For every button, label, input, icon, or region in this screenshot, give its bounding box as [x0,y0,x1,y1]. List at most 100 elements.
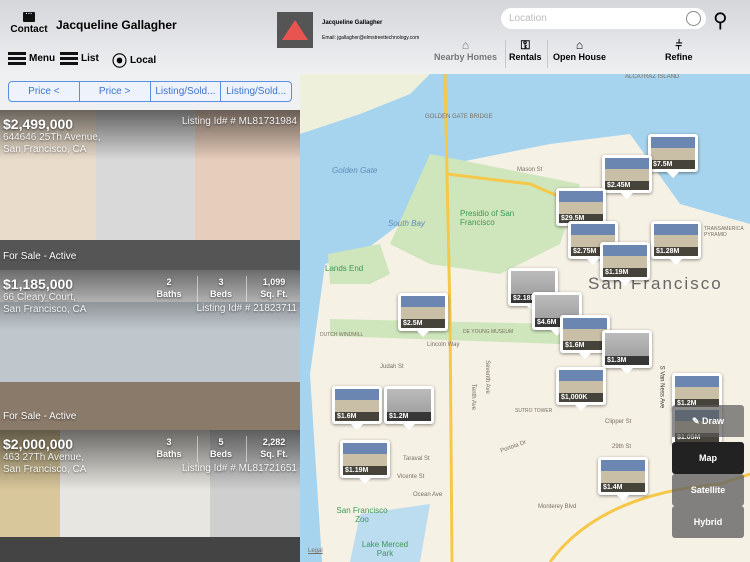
marker-price: $1.4M [601,483,645,492]
map-label: Lake Merced Park [361,540,409,558]
map-type-hybrid-button[interactable]: Hybrid [672,506,744,538]
local-button[interactable]: ⦿ Local [112,50,156,71]
map-label: Taraval St [403,456,430,462]
listing-card[interactable]: $2,499,000 644646 25Th Avenue, San Franci… [0,110,300,270]
listing-map-marker[interactable]: $1.6M [332,386,382,430]
marker-price: $1,000K [559,393,603,402]
listing-map-marker[interactable]: $1.2M [384,386,434,430]
map-label: Judah St [380,364,404,370]
listing-address: 66 Cleary Court, San Francisco, CA [3,292,87,315]
sort-price-asc[interactable]: Price < [9,82,80,101]
list-icon [60,52,78,65]
listing-map-marker[interactable]: $1,000K [556,367,606,411]
listing-status: For Sale - Active [3,251,77,262]
listing-map-marker[interactable]: $7.5M [648,134,698,178]
map-label: ALCATRAZ ISLAND [625,74,680,80]
listing-map-marker[interactable]: $1.4M [598,457,648,501]
sqft-stat: 1,099 Sq. Ft. [260,277,288,299]
sqft-stat: 2,282 Sq. Ft. [260,437,288,459]
map-label: San Francisco Zoo [336,506,388,524]
map-label: South Bay [388,219,425,228]
current-location-icon[interactable] [686,11,701,26]
local-label: Local [130,55,157,66]
marker-photo: $2.5M [401,296,445,328]
legal-link[interactable]: Legal [308,548,323,554]
map-label: GOLDEN GATE BRIDGE [425,114,493,120]
marker-price: $1.6M [563,341,607,350]
map-label: Presidio of San Francisco [460,209,515,227]
nav-rentals[interactable]: ⚿ Rentals [509,38,542,62]
map-type-satellite-button[interactable]: Satellite [672,474,744,506]
marker-price: $1.3M [605,356,649,365]
contact-label: Contact [10,24,48,35]
listing-address: 463 27Th Avenue, San Francisco, CA [3,452,87,475]
marker-photo: $1.6M [335,389,379,421]
menu-icon [8,52,26,65]
agent-logo [277,12,313,48]
listing-price: $1,185,000 [3,276,74,292]
listing-map-marker[interactable]: $2.45M [602,155,652,199]
listing-card[interactable]: $2,000,000 463 27Th Avenue, San Francisco… [0,430,300,562]
beds-stat: 3 Beds [209,277,232,299]
marker-photo: $1,000K [559,370,603,402]
marker-price: $2.45M [605,181,649,190]
listing-map-marker[interactable]: $1.28M [651,221,701,265]
nav-refine[interactable]: ⫩ Refine [665,38,693,62]
open-house-icon: ⌂ [575,38,584,52]
contact-button[interactable]: ··· Contact [10,11,48,35]
marker-price: $1.28M [654,247,698,256]
marker-photo: $29.5M [559,191,603,223]
draw-label: Draw [702,416,725,426]
search-icon[interactable]: ⚲ [713,8,728,33]
house-icon: ⌂ [461,38,470,52]
listing-map-marker[interactable]: $1.19M [340,440,390,484]
listing-price: $2,499,000 [3,116,74,132]
listing-map-marker[interactable]: $1.19M [600,242,650,286]
map-type-map-button[interactable]: Map [672,442,744,474]
chat-icon: ··· [23,11,35,22]
map-label: Tenth Ave [470,383,477,411]
menu-button[interactable]: Menu [8,52,55,65]
marker-photo: $1.4M [601,460,645,492]
nav-open-house[interactable]: ⌂ Open House [553,38,606,62]
listing-id: Listing Id# # 21823711 [196,303,297,314]
marker-price: $1.19M [343,466,387,475]
nav-nearby-homes[interactable]: ⌂ Nearby Homes [434,38,497,62]
map-label: DE YOUNG MUSEUM [463,329,514,335]
map-label: Vicente St [397,474,425,480]
list-label: List [81,53,99,64]
nav-label: Open House [553,52,607,62]
listing-map-marker[interactable]: $2.5M [398,293,448,337]
list-button[interactable]: List [60,52,99,65]
marker-photo: $1.19M [343,443,387,475]
sort-price-desc[interactable]: Price > [80,82,151,101]
pencil-icon: ✎ [691,416,703,426]
marker-photo: $1.28M [654,224,698,256]
sort-listing-sold-1[interactable]: Listing/Sold... [151,82,222,101]
nav-label: Rentals [509,52,542,62]
listing-id: Listing Id# # ML81721651 [181,463,297,474]
marker-photo: $1.3M [605,333,649,365]
map-label: SUTRO TOWER [515,408,553,414]
nav-label: Nearby Homes [434,52,498,62]
sliders-icon: ⫩ [675,38,683,52]
listing-status: For Sale - Active [3,411,77,422]
search-placeholder: Location [509,13,547,24]
map-label: Monterey Blvd [538,504,577,510]
location-pin-icon: ⦿ [112,53,128,70]
marker-photo: $2.45M [605,158,649,190]
sort-listing-sold-2[interactable]: Listing/Sold... [221,82,291,101]
draw-button[interactable]: ✎ Draw [672,405,744,437]
user-name: Jacqueline Gallagher [56,18,177,32]
map-label: TRANSAMERICA PYRAMID [704,226,744,238]
nav-label: Refine [665,52,693,62]
map-label: Lincoln Way [427,342,460,348]
marker-price: $2.5M [401,319,445,328]
listing-card[interactable]: $1,185,000 66 Cleary Court, San Francisco… [0,270,300,430]
location-search-input[interactable]: Location [501,8,706,29]
listing-map-marker[interactable]: $1.3M [602,330,652,374]
map-label: Clipper St [605,419,632,425]
rentals-icon: ⚿ [520,38,530,52]
agent-name: Jacqueline Gallagher [322,20,383,26]
marker-photo: $1.2M [387,389,431,421]
